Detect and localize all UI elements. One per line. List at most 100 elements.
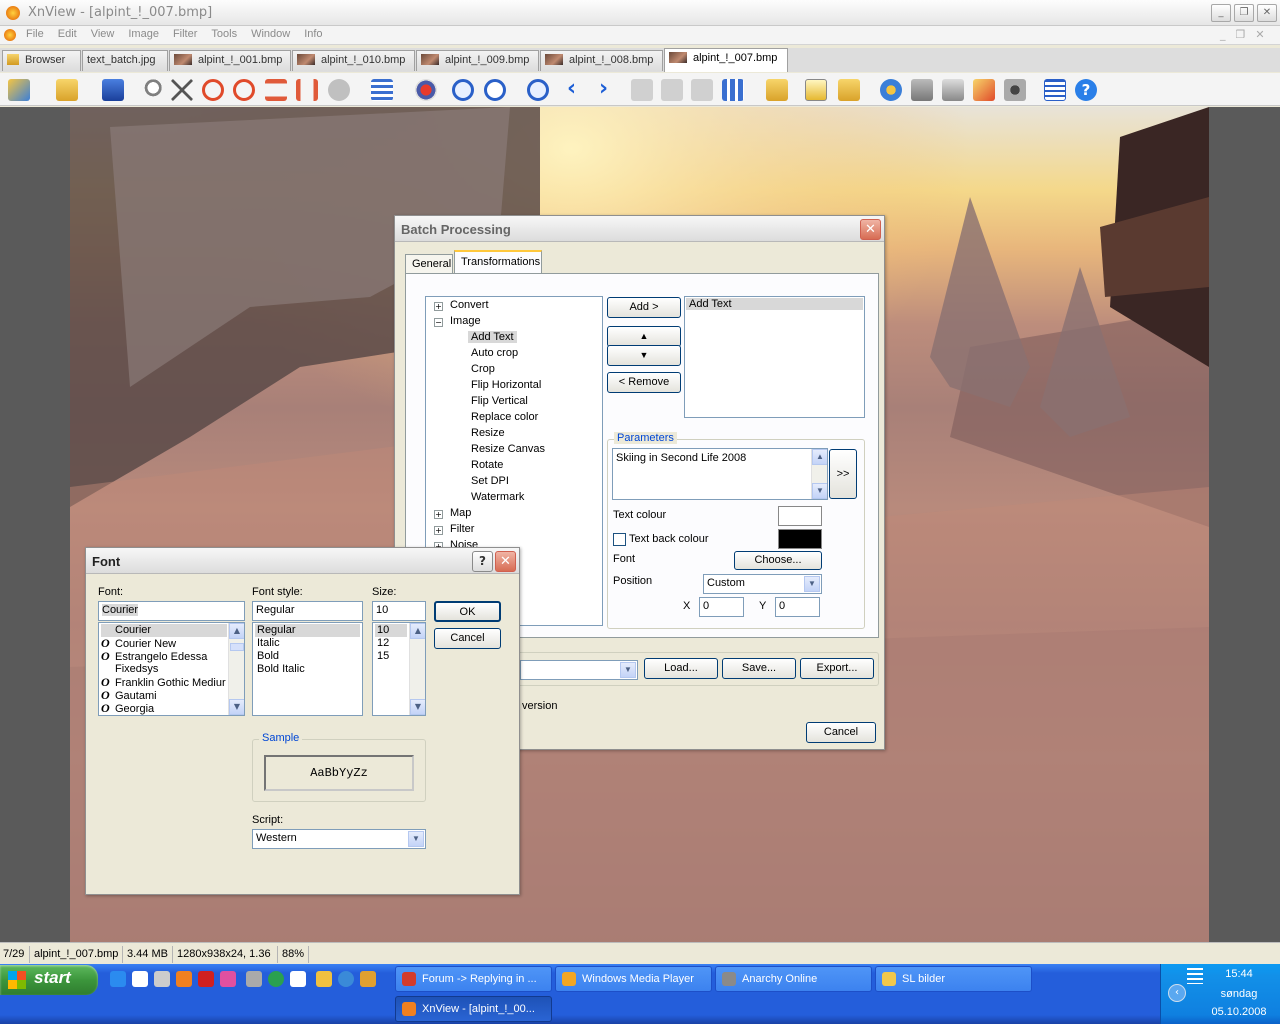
tree-set-dpi[interactable]: Set DPI <box>471 475 509 487</box>
text-options-button[interactable]: >> <box>829 449 857 499</box>
mdi-controls[interactable]: _❐✕ <box>1220 28 1275 41</box>
tool-icon[interactable] <box>154 971 170 987</box>
tree-filter[interactable]: Filter <box>450 523 474 535</box>
tab-browser[interactable]: Browser <box>2 50 81 71</box>
app-icon[interactable] <box>338 971 354 987</box>
zoom-out-icon[interactable] <box>484 79 506 101</box>
tree-resize[interactable]: Resize <box>471 427 505 439</box>
menu-filter[interactable]: Filter <box>166 26 204 42</box>
print-icon[interactable] <box>911 79 933 101</box>
tab-text-batch[interactable]: text_batch.jpg <box>82 50 168 71</box>
help-icon[interactable]: ? <box>1075 79 1097 101</box>
load-button[interactable]: Load... <box>644 658 718 679</box>
first-icon[interactable] <box>631 79 653 101</box>
scroll-down-icon[interactable]: ▼ <box>229 699 244 715</box>
app-icon[interactable] <box>360 971 376 987</box>
bookmark-icon[interactable] <box>766 79 788 101</box>
tree-flip-vertical[interactable]: Flip Vertical <box>471 395 528 407</box>
tab-general[interactable]: General <box>405 254 453 274</box>
scroll-up-icon[interactable]: ▲ <box>812 449 827 465</box>
tree-watermark[interactable]: Watermark <box>471 491 524 503</box>
capture-icon[interactable] <box>1004 79 1026 101</box>
actions-list[interactable]: Add Text <box>684 296 865 418</box>
menu-view[interactable]: View <box>84 26 122 42</box>
properties-icon[interactable] <box>805 79 827 101</box>
font-ok-button[interactable]: OK <box>434 601 501 622</box>
rotate-left-icon[interactable] <box>202 79 224 101</box>
font-list-scrollbar[interactable]: ▲ ▼ <box>228 623 244 715</box>
text-back-colour-checkbox[interactable] <box>613 533 626 546</box>
tree-auto-crop[interactable]: Auto crop <box>471 347 518 359</box>
move-down-button[interactable]: ▼ <box>607 345 681 366</box>
add-button[interactable]: Add > <box>607 297 681 318</box>
action-add-text[interactable]: Add Text <box>686 298 863 310</box>
show-hidden-icons-icon[interactable]: ‹ <box>1168 984 1186 1002</box>
choose-font-button[interactable]: Choose... <box>734 551 822 570</box>
size-input[interactable]: 10 <box>372 601 426 621</box>
save-icon[interactable] <box>102 79 124 101</box>
expand-icon[interactable]: + <box>434 510 443 519</box>
dropdown-icon[interactable]: ▼ <box>408 831 424 847</box>
font-name-input[interactable]: Courier <box>98 601 245 621</box>
ie-icon[interactable] <box>110 971 126 987</box>
firefox-icon[interactable] <box>176 971 192 987</box>
menu-info[interactable]: Info <box>297 26 329 42</box>
move-up-button[interactable]: ▲ <box>607 326 681 347</box>
app-icon[interactable] <box>246 971 262 987</box>
script-select[interactable]: Western ▼ <box>252 829 426 849</box>
notepad-icon[interactable] <box>132 971 148 987</box>
task-anarchy-online[interactable]: Anarchy Online <box>715 966 872 992</box>
flip-horizontal-icon[interactable] <box>296 79 318 101</box>
last-icon[interactable] <box>661 79 683 101</box>
settings-icon[interactable] <box>880 79 902 101</box>
previous-icon[interactable]: ‹ <box>567 78 589 101</box>
font-close-button[interactable]: ✕ <box>495 551 516 572</box>
menu-window[interactable]: Window <box>244 26 297 42</box>
adjust-icon[interactable] <box>371 79 393 101</box>
tree-crop[interactable]: Crop <box>471 363 495 375</box>
cut-icon[interactable] <box>171 79 193 101</box>
tree-flip-horizontal[interactable]: Flip Horizontal <box>471 379 541 391</box>
font-cancel-button[interactable]: Cancel <box>434 628 501 649</box>
font-style-list[interactable]: Regular Italic Bold Bold Italic <box>252 622 363 716</box>
save-button[interactable]: Save... <box>722 658 796 679</box>
scanner-icon[interactable] <box>942 79 964 101</box>
transform-icon[interactable] <box>328 79 350 101</box>
info-icon[interactable] <box>1044 79 1066 101</box>
tree-map[interactable]: Map <box>450 507 471 519</box>
folders-icon[interactable] <box>838 79 860 101</box>
script-select[interactable]: ▼ <box>520 660 638 680</box>
document-icon[interactable] <box>4 29 16 41</box>
size-list-scrollbar[interactable]: ▲ ▼ <box>409 623 425 715</box>
dropdown-icon[interactable]: ▼ <box>620 662 636 678</box>
restore-button[interactable]: ❐ <box>1234 4 1254 22</box>
tree-image[interactable]: Image <box>450 315 481 327</box>
minimize-button[interactable]: _ <box>1211 4 1231 22</box>
menu-edit[interactable]: Edit <box>51 26 84 42</box>
tree-replace-color[interactable]: Replace color <box>471 411 538 423</box>
style-item[interactable]: Bold <box>255 650 279 663</box>
menu-tools[interactable]: Tools <box>204 26 244 42</box>
style-item[interactable]: Regular <box>255 624 360 637</box>
position-select[interactable]: Custom ▼ <box>703 574 822 594</box>
effects-icon[interactable] <box>415 79 437 101</box>
task-windows-media-player[interactable]: Windows Media Player <box>555 966 712 992</box>
hand-icon[interactable] <box>316 971 332 987</box>
tree-add-text[interactable]: Add Text <box>468 331 517 343</box>
y-input[interactable]: 0 <box>775 597 820 617</box>
x-input[interactable]: 0 <box>699 597 744 617</box>
style-item[interactable]: Italic <box>255 637 280 650</box>
help-button[interactable]: ? <box>472 551 493 572</box>
tab-alpint-001[interactable]: alpint_!_001.bmp <box>169 50 291 71</box>
tab-alpint-007[interactable]: alpint_!_007.bmp <box>664 48 788 72</box>
export-icon[interactable] <box>973 79 995 101</box>
size-list[interactable]: 10 12 15 ▲ ▼ <box>372 622 426 716</box>
scroll-up-icon[interactable]: ▲ <box>410 623 425 639</box>
tree-rotate[interactable]: Rotate <box>471 459 503 471</box>
font-item[interactable]: O Estrangelo Edessa <box>101 650 207 664</box>
batch-cancel-button[interactable]: Cancel <box>806 722 876 743</box>
size-item[interactable]: 12 <box>375 637 389 650</box>
tab-alpint-009[interactable]: alpint_!_009.bmp <box>416 50 539 71</box>
task-xnview[interactable]: XnView - [alpint_!_00... <box>395 996 552 1022</box>
scroll-down-icon[interactable]: ▼ <box>812 483 827 499</box>
